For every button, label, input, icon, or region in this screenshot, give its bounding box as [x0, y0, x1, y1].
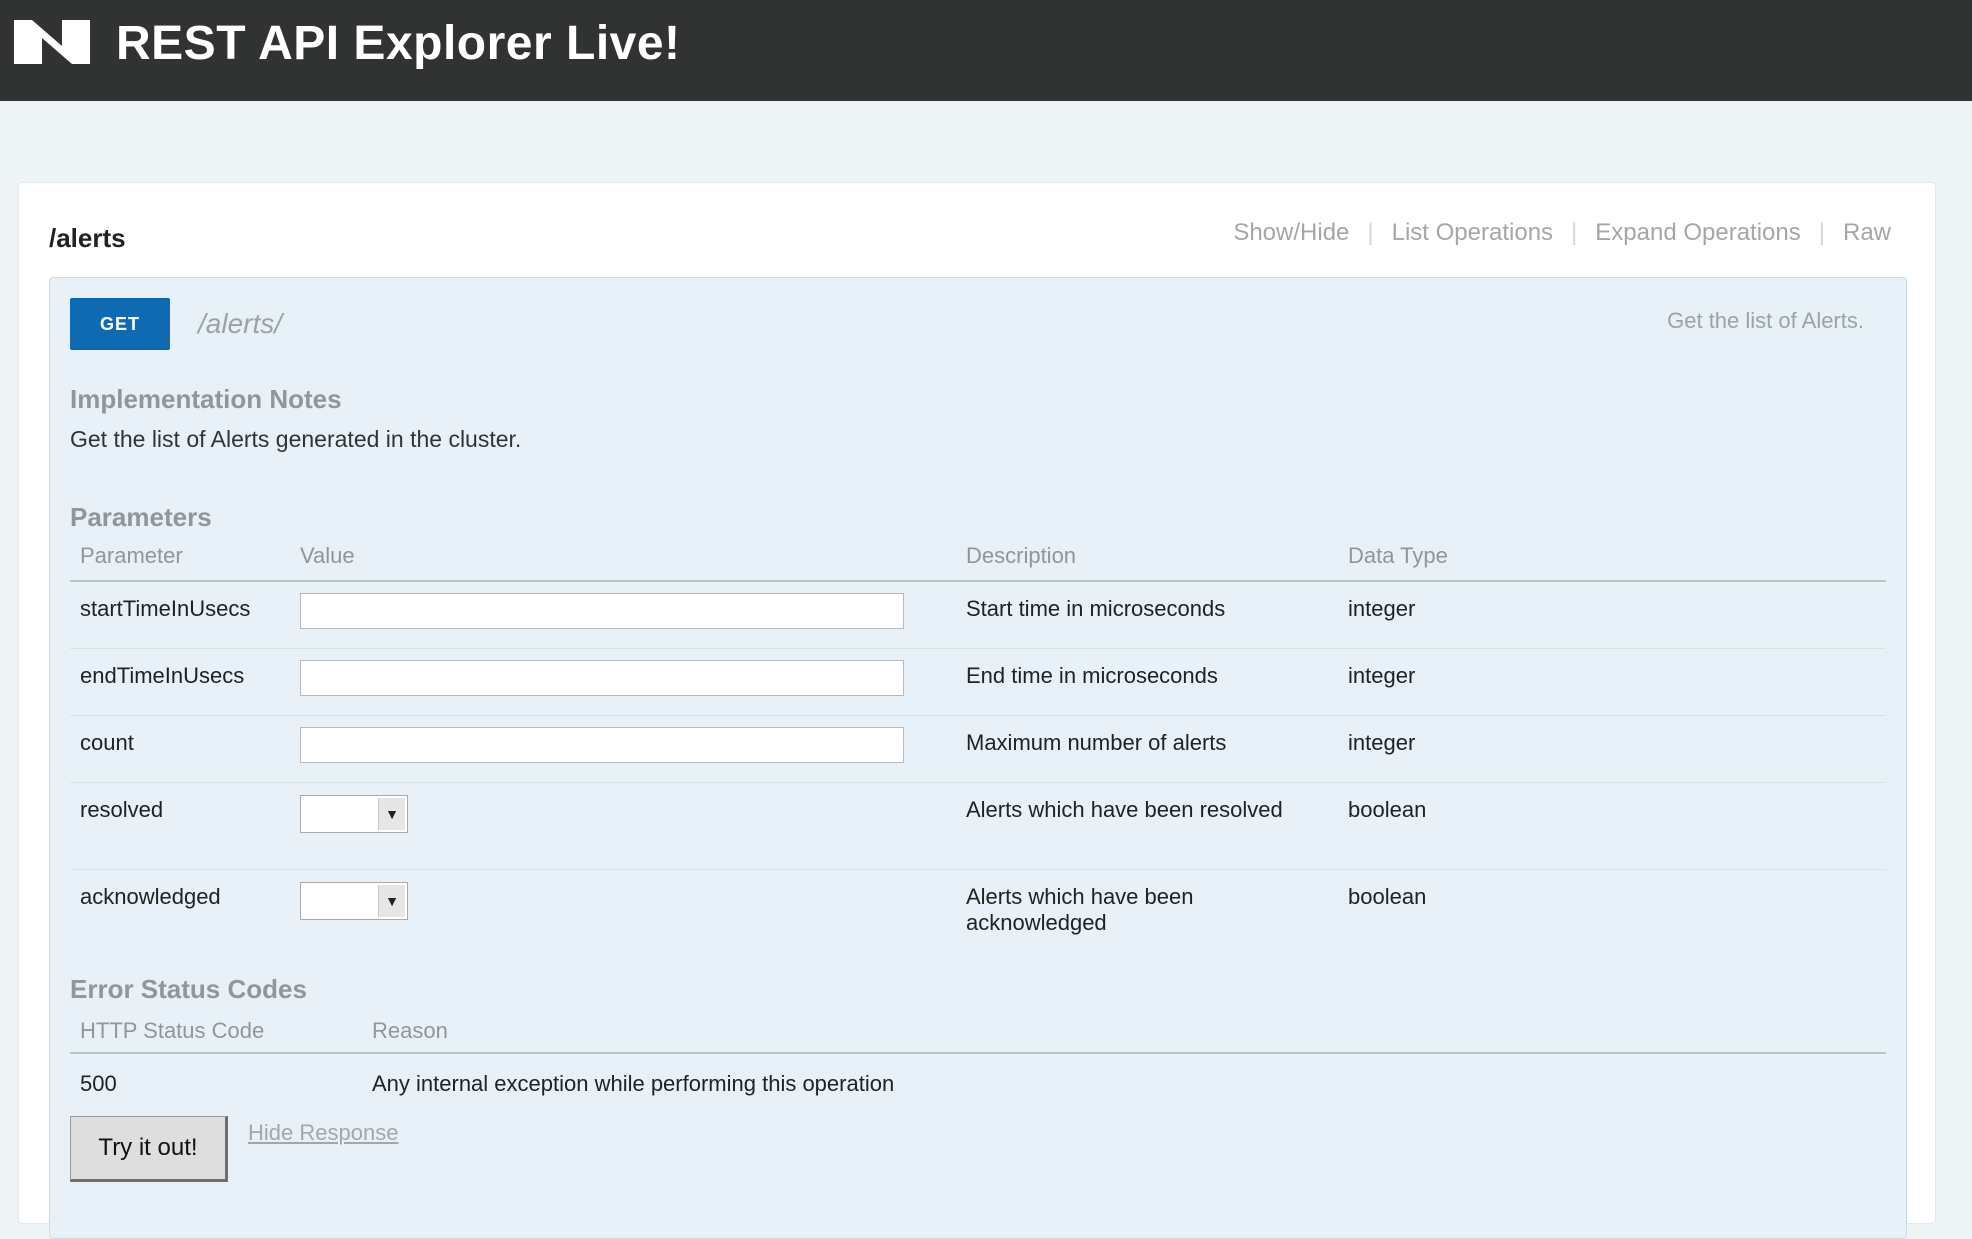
- resource-path[interactable]: /alerts: [49, 223, 126, 254]
- column-header-value: Value: [290, 540, 956, 582]
- hide-response-link[interactable]: Hide Response: [248, 1120, 398, 1146]
- table-row: 500 Any internal exception while perform…: [70, 1053, 1886, 1100]
- count-input[interactable]: [300, 726, 904, 763]
- table-row: startTimeInUsecs Start time in microseco…: [70, 581, 1886, 649]
- show-hide-link[interactable]: Show/Hide: [1233, 219, 1349, 247]
- app-title: REST API Explorer Live!: [116, 17, 681, 70]
- acknowledged-select[interactable]: ▼: [300, 882, 408, 920]
- link-separator: |: [1818, 219, 1825, 246]
- param-description: Start time in microseconds: [956, 581, 1338, 649]
- top-header: REST API Explorer Live!: [0, 0, 1972, 101]
- expand-operations-link[interactable]: Expand Operations: [1595, 219, 1800, 247]
- http-method-badge[interactable]: GET: [70, 298, 170, 350]
- start-time-input[interactable]: [300, 592, 904, 629]
- link-separator: |: [1571, 219, 1578, 246]
- param-value-cell: [290, 581, 956, 649]
- parameters-heading: Parameters: [70, 502, 212, 532]
- end-time-input[interactable]: [300, 659, 904, 696]
- error-status-codes-heading: Error Status Codes: [70, 974, 307, 1004]
- column-header-description: Description: [956, 540, 1338, 582]
- resolved-select[interactable]: ▼: [300, 795, 408, 833]
- implementation-notes-heading: Implementation Notes: [70, 384, 342, 414]
- param-value-cell: ▼: [290, 870, 956, 971]
- param-data-type: boolean: [1338, 782, 1886, 870]
- column-header-parameter: Parameter: [70, 540, 290, 582]
- column-header-data-type: Data Type: [1338, 540, 1886, 582]
- error-codes-header-row: HTTP Status Code Reason: [70, 1016, 1886, 1054]
- param-value-cell: ▼: [290, 782, 956, 870]
- error-codes-table: HTTP Status Code Reason 500 Any internal…: [70, 1016, 1886, 1100]
- error-reason: Any internal exception while performing …: [372, 1071, 895, 1096]
- param-data-type: boolean: [1348, 884, 1427, 909]
- resource-panel: /alerts Show/Hide | List Operations | Ex…: [18, 182, 1936, 1239]
- nutanix-logo-icon: [14, 20, 90, 64]
- param-description: End time in microseconds: [956, 648, 1338, 716]
- link-separator: |: [1367, 219, 1374, 246]
- list-operations-link[interactable]: List Operations: [1392, 219, 1553, 247]
- parameters-header-row: Parameter Value Description Data Type: [70, 540, 1886, 582]
- chevron-down-icon[interactable]: ▼: [378, 798, 405, 830]
- raw-link[interactable]: Raw: [1843, 219, 1891, 247]
- table-row: count Maximum number of alerts integer: [70, 715, 1886, 783]
- param-name: acknowledged: [80, 884, 221, 909]
- operation-summary[interactable]: Get the list of Alerts.: [1667, 308, 1864, 334]
- column-header-http-status-code: HTTP Status Code: [70, 1016, 362, 1054]
- operation-panel: GET /alerts/ Get the list of Alerts. Imp…: [49, 277, 1907, 1239]
- param-name: endTimeInUsecs: [70, 648, 290, 716]
- operation-path[interactable]: /alerts/: [198, 308, 282, 340]
- table-row: endTimeInUsecs End time in microseconds …: [70, 648, 1886, 716]
- table-row: acknowledged ▼ Alerts which have been ac…: [70, 870, 1886, 971]
- error-code: 500: [80, 1071, 117, 1096]
- param-value-cell: [290, 715, 956, 783]
- chevron-down-icon[interactable]: ▼: [378, 885, 405, 917]
- param-data-type: integer: [1338, 715, 1886, 783]
- param-description: Alerts which have been resolved: [956, 782, 1338, 870]
- param-data-type: integer: [1338, 581, 1886, 649]
- implementation-notes-text: Get the list of Alerts generated in the …: [70, 426, 522, 452]
- param-name: count: [70, 715, 290, 783]
- param-data-type: integer: [1338, 648, 1886, 716]
- column-header-reason: Reason: [362, 1016, 1886, 1054]
- param-value-cell: [290, 648, 956, 716]
- param-name: startTimeInUsecs: [70, 581, 290, 649]
- try-it-out-button[interactable]: Try it out!: [70, 1116, 228, 1182]
- parameters-table: Parameter Value Description Data Type st…: [70, 540, 1886, 970]
- resource-links: Show/Hide | List Operations | Expand Ope…: [1233, 219, 1891, 247]
- param-description: Alerts which have been acknowledged: [966, 884, 1194, 935]
- param-name: resolved: [70, 782, 290, 870]
- table-row: resolved ▼ Alerts which have been resolv…: [70, 782, 1886, 870]
- param-description: Maximum number of alerts: [956, 715, 1338, 783]
